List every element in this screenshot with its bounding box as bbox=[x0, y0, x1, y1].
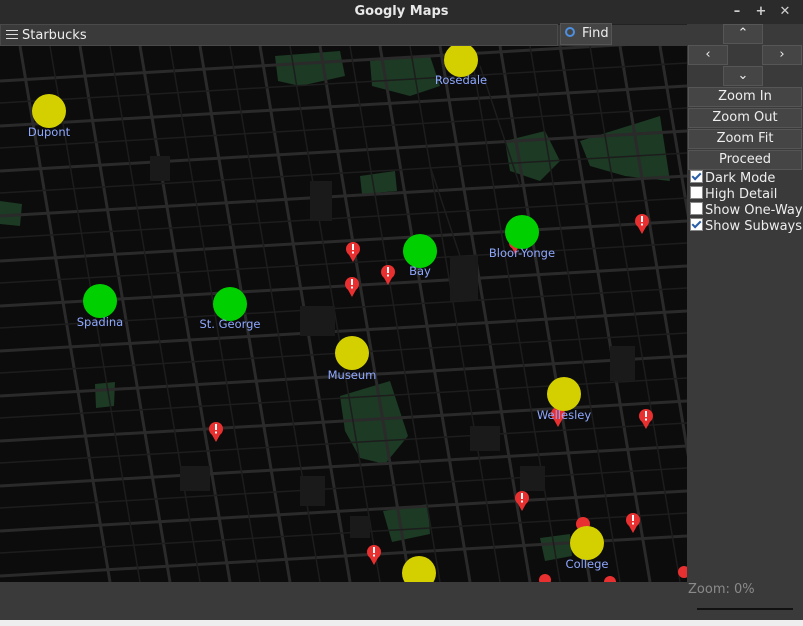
find-label: Find bbox=[582, 26, 609, 41]
control-panel: ⌃ ‹ › ⌄ Zoom In Zoom Out Zoom Fit Procee… bbox=[687, 24, 803, 582]
maximize-button[interactable]: + bbox=[753, 4, 769, 19]
map-canvas[interactable]: Rosedale Dupont Bloor-Yonge Bay Spadina … bbox=[0, 46, 687, 582]
station-label: College bbox=[566, 557, 609, 571]
pan-up-button[interactable]: ⌃ bbox=[723, 24, 763, 44]
zoom-fit-button[interactable]: Zoom Fit bbox=[688, 129, 802, 149]
station-label: Dupont bbox=[28, 125, 71, 139]
map-svg: Rosedale Dupont Bloor-Yonge Bay Spadina … bbox=[0, 46, 687, 582]
zoom-level-text: Zoom: 0% bbox=[688, 582, 755, 597]
station-label: Museum bbox=[328, 368, 377, 382]
station-label: Wellesley bbox=[537, 408, 591, 422]
menu-icon[interactable] bbox=[6, 30, 18, 40]
window-title: Googly Maps bbox=[354, 4, 449, 19]
station-label: St. George bbox=[199, 317, 260, 331]
station-label: Bloor-Yonge bbox=[489, 246, 555, 260]
search-input[interactable]: Starbucks bbox=[0, 24, 558, 46]
pan-down-button[interactable]: ⌄ bbox=[723, 66, 763, 86]
show-subways-checkbox[interactable]: Show Subways bbox=[690, 218, 802, 234]
high-detail-label: High Detail bbox=[705, 187, 778, 202]
station-label: Bay bbox=[409, 264, 431, 278]
search-value: Starbucks bbox=[22, 28, 87, 43]
search-icon bbox=[565, 27, 575, 37]
bottom-strip bbox=[0, 620, 803, 626]
checkbox-unchecked-icon bbox=[690, 202, 703, 215]
station-label: Rosedale bbox=[435, 73, 487, 87]
minimize-button[interactable]: – bbox=[729, 4, 745, 19]
show-one-way-checkbox[interactable]: Show One-Way bbox=[690, 202, 803, 218]
pan-right-button[interactable]: › bbox=[762, 45, 802, 65]
close-button[interactable]: ✕ bbox=[777, 4, 793, 19]
zoom-in-button[interactable]: Zoom In bbox=[688, 87, 802, 107]
dark-mode-label: Dark Mode bbox=[705, 171, 776, 186]
zoom-out-button[interactable]: Zoom Out bbox=[688, 108, 802, 128]
proceed-button[interactable]: Proceed bbox=[688, 150, 802, 170]
checkbox-unchecked-icon bbox=[690, 186, 703, 199]
show-one-way-label: Show One-Way bbox=[705, 203, 803, 218]
zoom-indicator-line bbox=[697, 608, 793, 610]
high-detail-checkbox[interactable]: High Detail bbox=[690, 186, 777, 202]
checkbox-checked-icon bbox=[690, 218, 703, 231]
pan-left-button[interactable]: ‹ bbox=[688, 45, 728, 65]
dark-mode-checkbox[interactable]: Dark Mode bbox=[690, 170, 775, 186]
show-subways-label: Show Subways bbox=[705, 219, 803, 234]
checkbox-checked-icon bbox=[690, 170, 703, 183]
station-label: Spadina bbox=[77, 315, 123, 329]
find-button[interactable]: Find bbox=[560, 23, 612, 45]
title-bar: Googly Maps – + ✕ bbox=[0, 0, 803, 25]
